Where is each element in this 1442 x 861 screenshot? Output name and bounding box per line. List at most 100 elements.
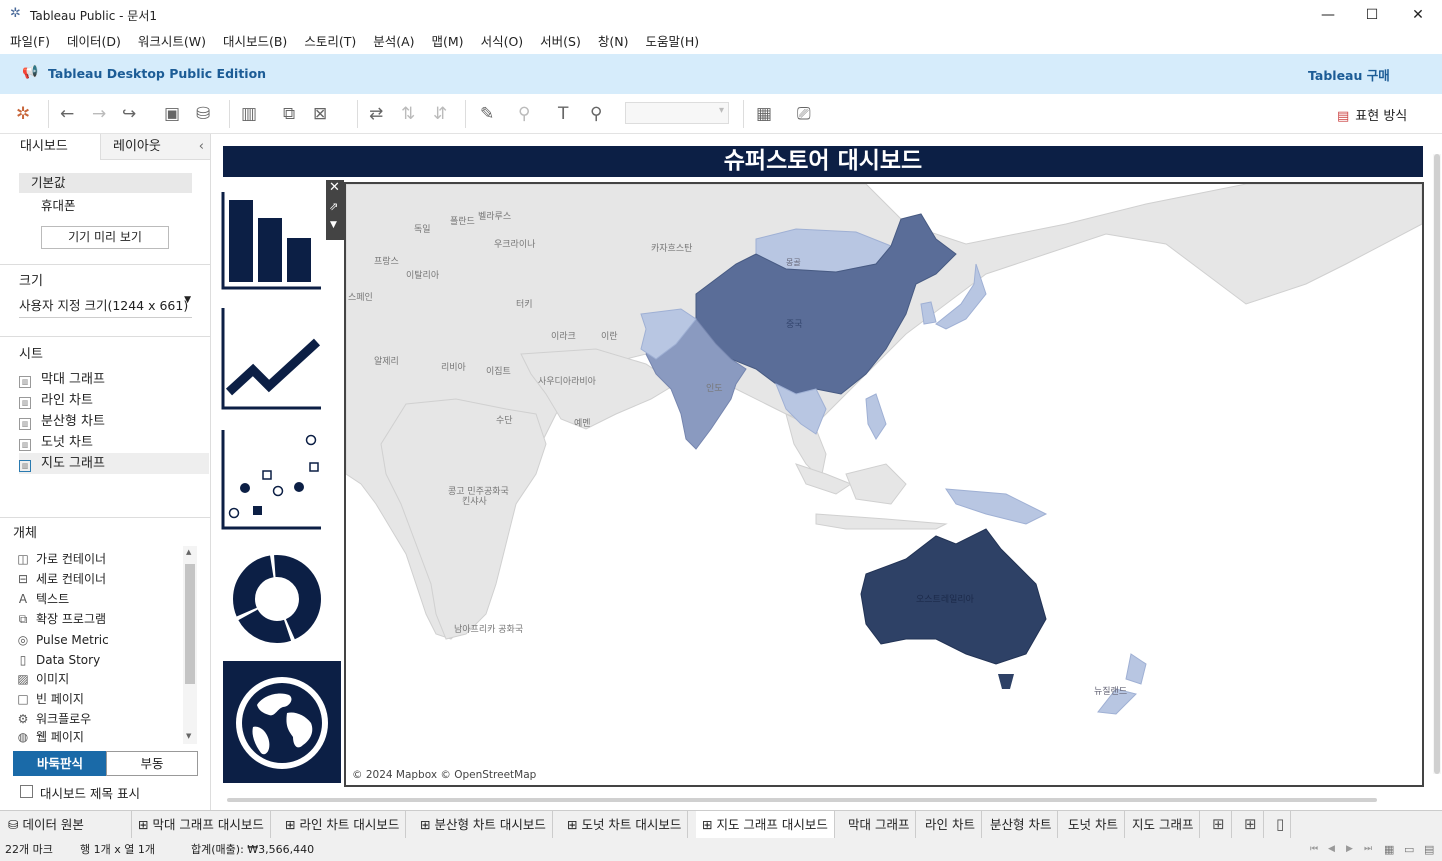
sheet-donut-chart[interactable]: ▥ 도넛 차트 [19, 432, 209, 453]
device-phone[interactable]: 휴대폰 [41, 195, 76, 214]
scrollbar-thumb[interactable] [185, 564, 195, 684]
undo-icon[interactable]: ← [60, 104, 74, 124]
size-dropdown[interactable]: 사용자 지정 크기(1244 x 661) ▼ [19, 295, 192, 318]
menu-dashboard[interactable]: 대시보드(B) [223, 30, 287, 54]
object-data-story[interactable]: ▯ Data Story [16, 650, 100, 670]
menu-server[interactable]: 서버(S) [540, 30, 581, 54]
pin-icon[interactable]: ⚲ [590, 104, 602, 124]
tab-map-sheet[interactable]: 지도 그래프 [1126, 811, 1201, 839]
fit-dropdown[interactable] [625, 102, 729, 124]
tiled-button[interactable]: 바둑판식 [13, 751, 107, 776]
close-window-button[interactable]: ✕ [1403, 4, 1433, 26]
presentation-bar-icon[interactable]: ▦ [756, 104, 772, 124]
new-datasource-icon[interactable]: ⛁ [196, 104, 210, 124]
nav-line-chart-button[interactable] [221, 304, 329, 419]
last-page-icon[interactable]: ⏭ [1364, 838, 1372, 861]
nav-map-button[interactable] [223, 661, 341, 783]
tab-line-sheet[interactable]: 라인 차트 [919, 811, 982, 839]
object-workflow[interactable]: ⚙ 워크플로우 [16, 709, 92, 729]
sheet-bar-chart[interactable]: ▥ 막대 그래프 [19, 369, 209, 390]
remove-zone-icon[interactable]: ✕ [329, 180, 340, 195]
sheet-scatter-chart[interactable]: ▥ 분산형 차트 [19, 411, 209, 432]
nav-donut-chart-button[interactable] [221, 544, 329, 659]
tab-scatter-dashboard[interactable]: ⊞ 분산형 차트 대시보드 [414, 811, 553, 839]
nav-scatter-chart-button[interactable] [221, 424, 329, 539]
tab-bar-sheet[interactable]: 막대 그래프 [842, 811, 917, 839]
menu-story[interactable]: 스토리(T) [304, 30, 356, 54]
nav-bar-chart-button[interactable] [221, 184, 329, 299]
tab-layout[interactable]: 레이아웃 ‹ [100, 134, 210, 160]
redo-icon[interactable]: → [92, 104, 106, 124]
object-extension[interactable]: ⧉ 확장 프로그램 [16, 609, 106, 629]
status-sum: 합계(매출): ₩3,566,440 [191, 843, 315, 856]
prev-page-icon[interactable]: ◀ [1328, 838, 1335, 861]
object-text[interactable]: A 텍스트 [16, 589, 69, 609]
object-horizontal-container[interactable]: ◫ 가로 컨테이너 [16, 549, 106, 569]
group-icon[interactable]: ⚲ [518, 104, 530, 124]
show-me-button[interactable]: ▤ 표현 방식 [1337, 105, 1407, 124]
object-vertical-container[interactable]: ⊟ 세로 컨테이너 [16, 569, 106, 589]
sort-desc-icon[interactable]: ⇵ [433, 104, 447, 124]
new-worksheet-icon[interactable]: ▥ [241, 104, 257, 124]
sheet-map-chart[interactable]: ▥ 지도 그래프 [19, 453, 209, 474]
duplicate-sheet-icon[interactable]: ⧉ [283, 104, 295, 124]
map-label-china: 중국 [786, 320, 803, 330]
show-title-checkbox[interactable] [20, 785, 33, 798]
tab-donut-dashboard[interactable]: ⊞ 도넛 차트 대시보드 [561, 811, 689, 839]
go-to-sheet-icon[interactable]: ⇗ [329, 200, 338, 213]
tableau-home-icon[interactable]: ✲ [16, 104, 30, 124]
tab-dashboard[interactable]: 대시보드 [0, 134, 100, 160]
swap-axes-icon[interactable]: ⇄ [369, 104, 383, 124]
collapse-icon[interactable]: ‹ [199, 134, 204, 160]
tab-map-dashboard[interactable]: ⊞ 지도 그래프 대시보드 [696, 811, 835, 839]
canvas-vertical-scrollbar[interactable] [1433, 154, 1441, 774]
object-image[interactable]: ▨ 이미지 [16, 669, 69, 689]
label-icon[interactable]: T [558, 104, 568, 124]
menu-file[interactable]: 파일(F) [10, 30, 50, 54]
more-options-icon[interactable]: ▼ [330, 220, 337, 230]
replay-icon[interactable]: ↪ [122, 104, 136, 124]
status-bar: 22개 마크 행 1개 x 열 1개 합계(매출): ₩3,566,440 ⏮ … [0, 838, 1442, 861]
menu-format[interactable]: 서식(O) [481, 30, 524, 54]
objects-scrollbar[interactable]: ▲ ▼ [183, 546, 197, 744]
minimize-button[interactable]: — [1313, 4, 1343, 26]
sheet-line-chart[interactable]: ▥ 라인 차트 [19, 390, 209, 411]
map-view[interactable]: © 2024 Mapbox © OpenStreetMap 중국 오스트레일리아… [344, 182, 1424, 787]
menu-map[interactable]: 맵(M) [432, 30, 464, 54]
highlight-icon[interactable]: ✎ [480, 104, 494, 124]
scroll-up-icon[interactable]: ▲ [186, 548, 191, 556]
menu-window[interactable]: 창(N) [598, 30, 629, 54]
floating-button[interactable]: 부동 [106, 751, 198, 776]
device-preview-button[interactable]: 기기 미리 보기 [41, 226, 169, 249]
canvas-horizontal-scrollbar[interactable] [227, 798, 1377, 802]
menu-help[interactable]: 도움말(H) [645, 30, 699, 54]
object-webpage[interactable]: ◍ 웹 페이지 [16, 729, 84, 743]
filmstrip-view-icon[interactable]: ▭ [1404, 838, 1414, 861]
scroll-down-icon[interactable]: ▼ [186, 732, 191, 740]
new-story-tab-icon[interactable]: ▯ [1270, 811, 1292, 839]
save-icon[interactable]: ▣ [164, 104, 180, 124]
tab-donut-sheet[interactable]: 도넛 차트 [1062, 811, 1125, 839]
tab-scatter-sheet[interactable]: 분산형 차트 [984, 811, 1059, 839]
object-pulse-metric[interactable]: ◎ Pulse Metric [16, 630, 109, 650]
menu-data[interactable]: 데이터(D) [67, 30, 121, 54]
tab-bar-dashboard[interactable]: ⊞ 막대 그래프 대시보드 [132, 811, 271, 839]
tab-data-source[interactable]: ⛁ 데이터 원본 [0, 811, 132, 839]
scrollbar-thumb[interactable] [1434, 154, 1440, 774]
grid-view-icon[interactable]: ▦ [1384, 838, 1394, 861]
new-dashboard-tab-icon[interactable]: ⊞ [1238, 811, 1264, 839]
tab-line-dashboard[interactable]: ⊞ 라인 차트 대시보드 [279, 811, 407, 839]
object-blank[interactable]: □ 빈 페이지 [16, 689, 84, 709]
new-worksheet-tab-icon[interactable]: ⊞ [1206, 811, 1232, 839]
clear-sheet-icon[interactable]: ⊠ [313, 104, 327, 124]
next-page-icon[interactable]: ▶ [1346, 838, 1353, 861]
device-default[interactable]: 기본값 [19, 173, 192, 193]
sort-asc-icon[interactable]: ⇅ [401, 104, 415, 124]
maximize-button[interactable]: ☐ [1357, 4, 1387, 26]
menu-worksheet[interactable]: 워크시트(W) [138, 30, 206, 54]
first-page-icon[interactable]: ⏮ [1310, 838, 1318, 861]
presentation-mode-icon[interactable]: ⎚ [797, 104, 811, 124]
tabs-view-icon[interactable]: ▤ [1424, 838, 1434, 861]
menu-analysis[interactable]: 분석(A) [373, 30, 414, 54]
buy-tableau-link[interactable]: Tableau 구매 [1308, 65, 1390, 84]
